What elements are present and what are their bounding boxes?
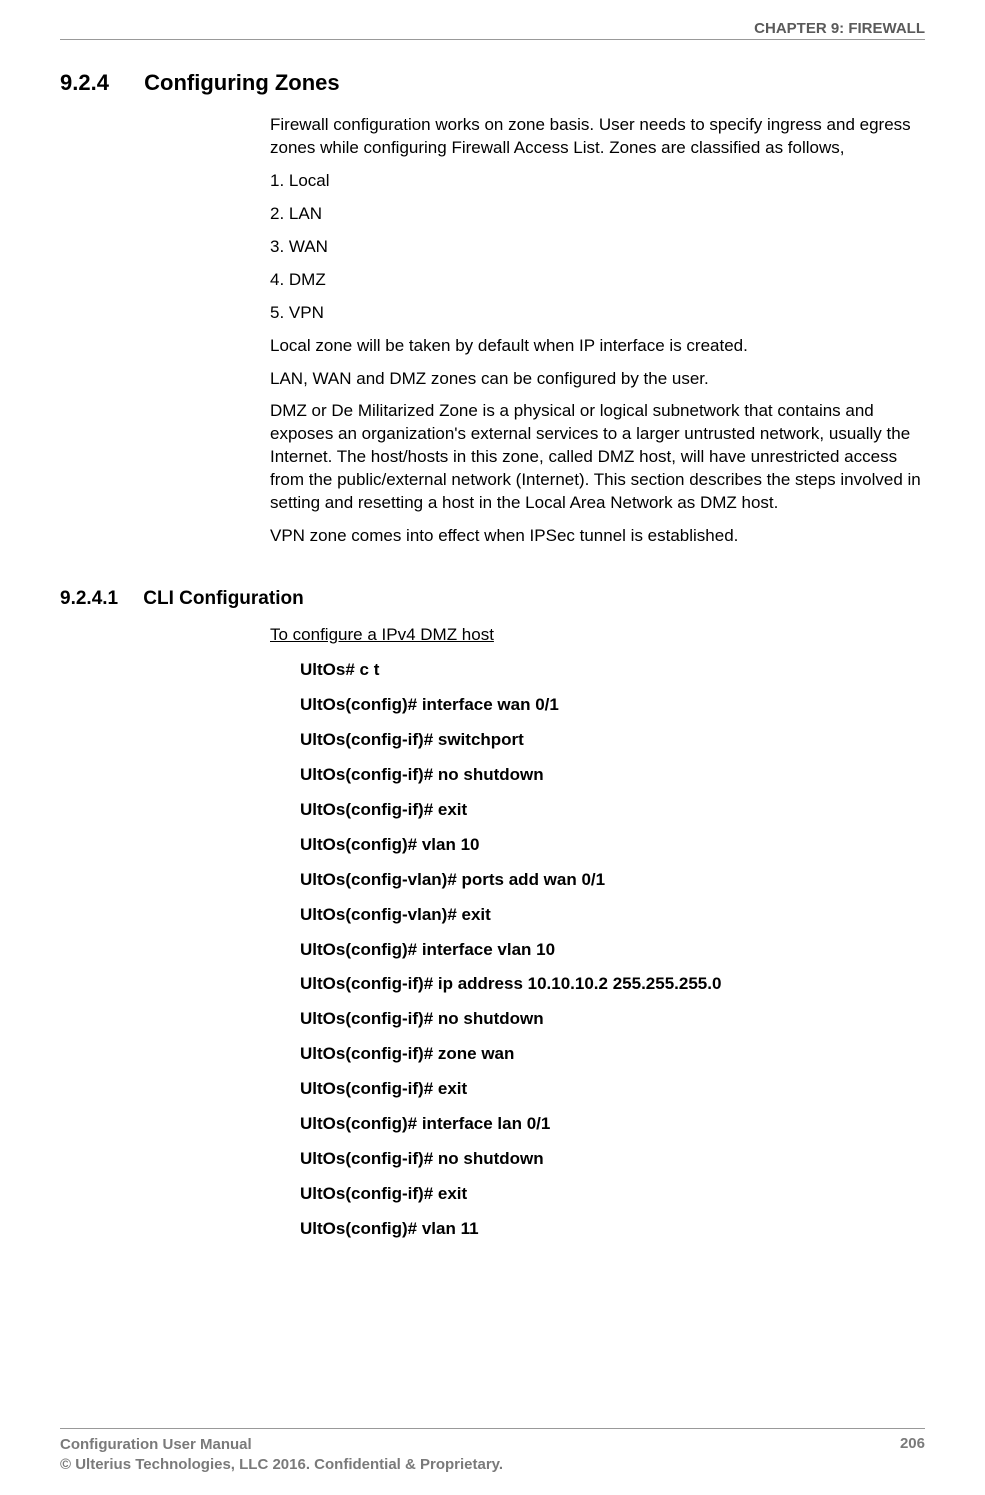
- footer-left: Configuration User Manual © Ulterius Tec…: [60, 1435, 503, 1476]
- cli-line: UltOs(config-if)# exit: [300, 1078, 925, 1101]
- footer: Configuration User Manual © Ulterius Tec…: [60, 1428, 925, 1476]
- footer-manual-title: Configuration User Manual: [60, 1435, 503, 1455]
- footer-page-number: 206: [900, 1435, 925, 1476]
- cli-line: UltOs# c t: [300, 659, 925, 682]
- cli-block: To configure a IPv4 DMZ host UltOs# c t …: [270, 624, 925, 1241]
- section-number: 9.2.4: [60, 70, 138, 96]
- subsection-title: CLI Configuration: [143, 588, 303, 609]
- zone-item: 1. Local: [270, 170, 925, 193]
- zone-item: 5. VPN: [270, 302, 925, 325]
- cli-line: UltOs(config)# vlan 11: [300, 1218, 925, 1241]
- section-title: Configuring Zones: [144, 70, 340, 95]
- cli-line: UltOs(config)# vlan 10: [300, 834, 925, 857]
- cli-line: UltOs(config)# interface lan 0/1: [300, 1113, 925, 1136]
- cli-config-title: To configure a IPv4 DMZ host: [270, 624, 925, 647]
- cli-line: UltOs(config-if)# ip address 10.10.10.2 …: [300, 973, 925, 996]
- dmz-paragraph: DMZ or De Militarized Zone is a physical…: [270, 400, 925, 515]
- cli-line: UltOs(config)# interface vlan 10: [300, 939, 925, 962]
- subsection-heading: 9.2.4.1 CLI Configuration: [60, 588, 925, 610]
- cli-line: UltOs(config-if)# exit: [300, 799, 925, 822]
- section-heading: 9.2.4 Configuring Zones: [60, 70, 925, 96]
- cli-line: UltOs(config-if)# no shutdown: [300, 1148, 925, 1171]
- zone-item: 3. WAN: [270, 236, 925, 259]
- lan-paragraph: LAN, WAN and DMZ zones can be configured…: [270, 368, 925, 391]
- cli-line: UltOs(config-if)# no shutdown: [300, 764, 925, 787]
- cli-line: UltOs(config-if)# zone wan: [300, 1043, 925, 1066]
- cli-line: UltOs(config-vlan)# ports add wan 0/1: [300, 869, 925, 892]
- cli-line: UltOs(config-if)# switchport: [300, 729, 925, 752]
- footer-rule: [60, 1428, 925, 1429]
- cli-line: UltOs(config-if)# no shutdown: [300, 1008, 925, 1031]
- cli-line: UltOs(config)# interface wan 0/1: [300, 694, 925, 717]
- footer-row: Configuration User Manual © Ulterius Tec…: [60, 1435, 925, 1476]
- cli-list: UltOs# c t UltOs(config)# interface wan …: [300, 659, 925, 1241]
- subsection-number: 9.2.4.1: [60, 588, 138, 610]
- cli-line: UltOs(config-vlan)# exit: [300, 904, 925, 927]
- intro-paragraph: Firewall configuration works on zone bas…: [270, 114, 925, 160]
- vpn-paragraph: VPN zone comes into effect when IPSec tu…: [270, 525, 925, 548]
- cli-line: UltOs(config-if)# exit: [300, 1183, 925, 1206]
- body-block: Firewall configuration works on zone bas…: [270, 114, 925, 548]
- footer-copyright: © Ulterius Technologies, LLC 2016. Confi…: [60, 1455, 503, 1475]
- zone-item: 2. LAN: [270, 203, 925, 226]
- header-rule: [60, 39, 925, 40]
- zone-item: 4. DMZ: [270, 269, 925, 292]
- page: CHAPTER 9: FIREWALL 9.2.4 Configuring Zo…: [0, 0, 985, 1495]
- local-paragraph: Local zone will be taken by default when…: [270, 335, 925, 358]
- chapter-header: CHAPTER 9: FIREWALL: [60, 20, 925, 37]
